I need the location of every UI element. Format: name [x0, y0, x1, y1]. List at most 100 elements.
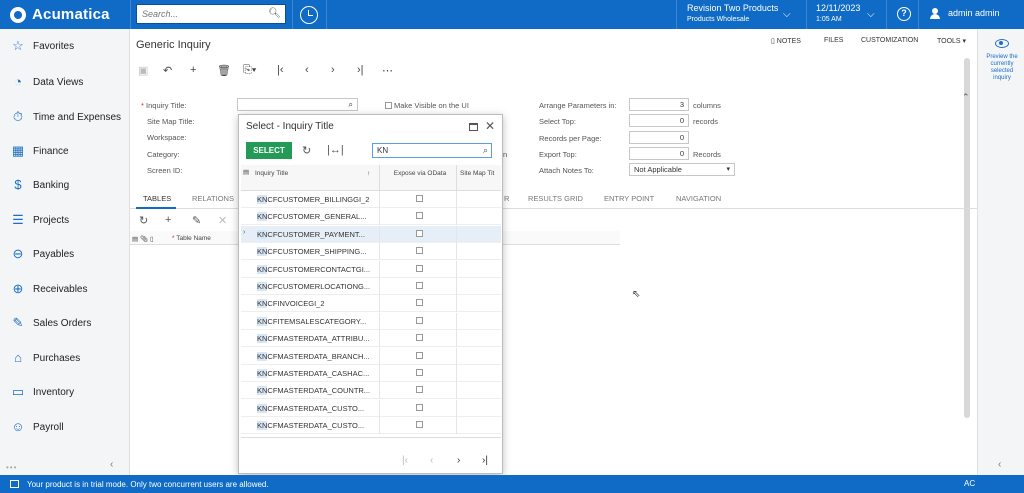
- copy-paste-icon[interactable]: ⎘▾: [243, 64, 256, 77]
- dialog-list-item[interactable]: KNCFCUSTOMERLOCATIONG...: [241, 278, 501, 295]
- sidebar-item-payroll[interactable]: ☺ Payroll: [0, 415, 130, 439]
- inquiry-title-cell[interactable]: KNCFCUSTOMER_PAYMENT...: [257, 229, 365, 239]
- dialog-list-item[interactable]: KNCFMASTERDATA_COUNTR...: [241, 382, 501, 400]
- acumatica-logo[interactable]: Acumatica: [0, 0, 130, 29]
- dialog-search-box[interactable]: ⌕: [372, 143, 492, 158]
- dialog-list-item[interactable]: KNCFMASTERDATA_CUSTO...: [241, 417, 501, 435]
- tab-relations[interactable]: RELATIONS: [192, 194, 234, 203]
- first-record-icon[interactable]: |‹: [277, 64, 284, 76]
- business-date-selector[interactable]: 12/11/2023 1:05 AM: [816, 3, 860, 25]
- last-page-icon[interactable]: ›|: [482, 455, 488, 466]
- site-map-title-column-header[interactable]: Site Map Tit: [460, 170, 494, 178]
- inquiry-title-cell[interactable]: KNCFCUSTOMER_BILLINGGI_2: [257, 195, 369, 204]
- dialog-list-item[interactable]: KNCFCUSTOMER_BILLINGGI_2: [241, 191, 501, 208]
- add-row-icon[interactable]: +: [165, 214, 171, 226]
- global-search[interactable]: 🔍︎: [136, 4, 286, 24]
- table-name-column-header[interactable]: * Table Name: [172, 235, 211, 242]
- previous-page-icon[interactable]: ‹: [430, 455, 433, 466]
- search-icon[interactable]: 🔍︎: [268, 8, 281, 19]
- dialog-list-item[interactable]: KNCFMASTERDATA_CASHAC...: [241, 365, 501, 382]
- expose-via-odata-column-header[interactable]: Expose via OData: [383, 170, 457, 178]
- dialog-list-item[interactable]: KNCFMASTERDATA_CUSTO...: [241, 399, 501, 417]
- preview-inquiry-label[interactable]: Preview the currently selected inquiry: [982, 54, 1022, 82]
- edit-icon[interactable]: ✎: [192, 214, 201, 227]
- maximize-icon[interactable]: [469, 123, 478, 131]
- inquiry-title-cell[interactable]: KNCFMASTERDATA_CUSTO...: [257, 403, 364, 413]
- arrange-parameters-field[interactable]: 3: [629, 98, 689, 111]
- select-button[interactable]: SELECT: [246, 142, 292, 159]
- make-visible-checkbox[interactable]: Make Visible on the UI: [385, 101, 469, 110]
- notes-link[interactable]: ▯ NOTES: [771, 37, 801, 45]
- sidebar-item-projects[interactable]: ☰ Projects: [0, 208, 130, 232]
- inquiry-title-field[interactable]: ⌕: [237, 98, 358, 111]
- eye-icon[interactable]: [995, 39, 1009, 48]
- dialog-list-item[interactable]: KNCFINVOICEGI_2: [241, 295, 501, 313]
- undo-icon[interactable]: ↶: [163, 64, 172, 77]
- next-page-icon[interactable]: ›: [457, 455, 460, 466]
- help-icon[interactable]: ?: [897, 7, 911, 21]
- inquiry-title-cell[interactable]: KNCFINVOICEGI_2: [257, 299, 325, 309]
- sidebar-item-data-views[interactable]: ◔ Data Views: [0, 70, 130, 94]
- company-selector[interactable]: Revision Two Products Products Wholesale: [687, 3, 778, 25]
- select-top-field[interactable]: 0: [629, 114, 689, 127]
- inquiry-title-cell[interactable]: KNCFCUSTOMER_SHIPPING...: [257, 247, 366, 257]
- inquiry-title-cell[interactable]: KNCFMASTERDATA_CASHAC...: [257, 369, 369, 378]
- sidebar-item-sales-orders[interactable]: ✎ Sales Orders: [0, 311, 130, 335]
- more-actions-icon[interactable]: ⋯: [382, 64, 393, 77]
- dialog-list-item[interactable]: KNCFMASTERDATA_ATTRIBU...: [241, 330, 501, 348]
- history-icon[interactable]: [300, 6, 318, 24]
- add-icon[interactable]: +: [190, 64, 196, 76]
- inquiry-title-cell[interactable]: KNCFCUSTOMERLOCATIONG...: [257, 282, 370, 291]
- tab-results-grid[interactable]: RESULTS GRID: [528, 194, 583, 203]
- search-icon[interactable]: ⌕: [349, 99, 353, 110]
- inquiry-title-cell[interactable]: KNCFMASTERDATA_ATTRIBU...: [257, 334, 370, 344]
- inquiry-title-cell[interactable]: KNCFMASTERDATA_BRANCH...: [257, 351, 370, 361]
- sidebar-item-payables[interactable]: ⊖ Payables: [0, 242, 130, 266]
- sort-icon[interactable]: ↑: [367, 170, 370, 178]
- close-icon[interactable]: ✕: [485, 119, 495, 133]
- sidebar-item-time-and-expenses[interactable]: ⏱︎ Time and Expenses: [0, 105, 130, 129]
- tab-navigation[interactable]: NAVIGATION: [676, 194, 721, 203]
- first-page-icon[interactable]: |‹: [402, 455, 408, 466]
- grid-menu-icon[interactable]: ▤: [243, 169, 249, 177]
- save-icon[interactable]: ▣: [138, 64, 148, 77]
- more-dots-icon[interactable]: •••: [6, 463, 17, 472]
- inquiry-title-cell[interactable]: KNCFITEMSALESCATEGORY...: [257, 316, 366, 326]
- inquiry-title-cell[interactable]: KNCFMASTERDATA_CUSTO...: [257, 421, 364, 431]
- refresh-icon[interactable]: ↻: [139, 214, 148, 227]
- dialog-list-item[interactable]: KNCFCUSTOMERCONTACTGI...: [241, 260, 501, 278]
- chevron-down-icon[interactable]: ⌵: [867, 9, 875, 20]
- vertical-scrollbar[interactable]: [964, 58, 970, 418]
- tools-menu[interactable]: TOOLS ▾: [937, 37, 966, 45]
- chevron-left-icon[interactable]: ‹: [998, 459, 1001, 470]
- sidebar-item-favorites[interactable]: ☆ Favorites: [0, 34, 130, 58]
- inquiry-title-cell[interactable]: KNCFCUSTOMER_GENERAL...: [257, 212, 366, 222]
- user-menu[interactable]: admin admin: [930, 8, 1000, 19]
- search-icon[interactable]: ⌕: [483, 145, 488, 156]
- sidebar-item-purchases[interactable]: ⌂ Purchases: [0, 346, 130, 370]
- dialog-list-item[interactable]: KNCFMASTERDATA_BRANCH...: [241, 347, 501, 365]
- delete-row-icon[interactable]: ✕: [218, 214, 227, 227]
- dialog-list-item[interactable]: KNCFITEMSALESCATEGORY...: [241, 312, 501, 330]
- sidebar-item-receivables[interactable]: ⊕ Receivables: [0, 277, 130, 301]
- dialog-list-item[interactable]: › KNCFCUSTOMER_PAYMENT...: [241, 225, 501, 243]
- sidebar-item-banking[interactable]: $ Banking: [0, 173, 130, 197]
- sidebar-item-inventory[interactable]: ▭ Inventory: [0, 380, 130, 404]
- fit-columns-icon[interactable]: |↔|: [327, 144, 344, 156]
- sidebar-item-finance[interactable]: ▦ Finance: [0, 139, 130, 163]
- files-link[interactable]: FILES: [824, 37, 843, 44]
- dialog-list-item[interactable]: KNCFCUSTOMER_GENERAL...: [241, 208, 501, 226]
- tab-entry-point[interactable]: ENTRY POINT: [604, 194, 654, 203]
- checkbox-box[interactable]: [385, 102, 392, 109]
- tab-tables[interactable]: TABLES: [143, 194, 171, 203]
- chevron-down-icon[interactable]: ⌵: [783, 9, 791, 20]
- records-per-page-field[interactable]: 0: [629, 131, 689, 144]
- dialog-search-input[interactable]: [377, 145, 477, 156]
- attach-notes-select[interactable]: Not Applicable ▾: [629, 163, 735, 176]
- dialog-list-item[interactable]: KNCFCUSTOMER_SHIPPING...: [241, 243, 501, 261]
- chevron-up-icon[interactable]: ⌃: [962, 92, 970, 103]
- last-record-icon[interactable]: ›|: [357, 64, 364, 76]
- tab-partial[interactable]: R: [504, 194, 509, 203]
- next-record-icon[interactable]: ›: [331, 64, 335, 76]
- inquiry-title-cell[interactable]: KNCFMASTERDATA_COUNTR...: [257, 386, 370, 396]
